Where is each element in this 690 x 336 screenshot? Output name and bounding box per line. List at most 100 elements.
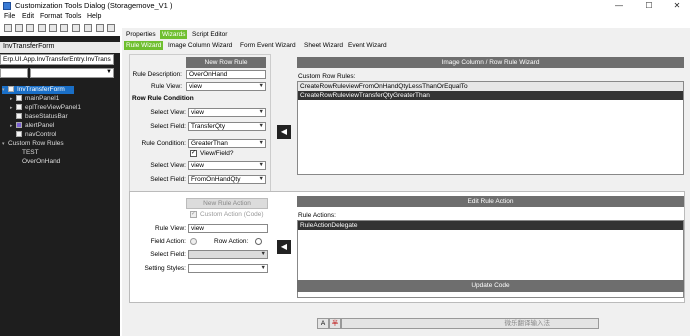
new-rule-action-button[interactable]: New Rule Action <box>186 198 268 209</box>
action-rule-view-field[interactable]: view <box>188 224 268 233</box>
menu-tools[interactable]: Tools <box>65 13 81 20</box>
tree-item-invtransferform[interactable]: ▾ InvTransferForm <box>2 86 74 94</box>
control-type-combo[interactable] <box>0 68 28 78</box>
minimize-button[interactable]: — <box>608 0 630 12</box>
row-action-label: Row Action: <box>214 238 249 245</box>
combo-value: view <box>191 109 205 116</box>
save-icon[interactable] <box>26 24 34 32</box>
rule-condition-label: Rule Condition: <box>141 140 186 147</box>
tab-image-column-wizard[interactable]: Image Column Wizard <box>166 41 234 50</box>
form-header: InvTransferForm <box>0 42 120 53</box>
list-item[interactable]: RuleActionDelegate <box>298 221 683 230</box>
field-action-label: Field Action: <box>150 238 186 245</box>
select-view-label: Select View: <box>150 109 186 116</box>
setting-styles-label: Setting Styles: <box>144 265 186 272</box>
combo-value: view <box>191 162 205 169</box>
tree-label: Custom Row Rules <box>8 140 64 147</box>
field-action-radio[interactable] <box>190 238 197 245</box>
ime-mode-half[interactable]: 半 <box>329 318 341 329</box>
rule-actions-label: Rule Actions: <box>298 212 336 219</box>
add-rule-arrow-button[interactable]: ◀ <box>277 125 291 139</box>
menu-edit[interactable]: Edit <box>22 13 34 20</box>
view-field-checkbox[interactable]: ✓ <box>190 150 197 157</box>
tab-sheet-wizard[interactable]: Sheet Wizard <box>302 41 345 50</box>
cut-icon[interactable] <box>38 24 46 32</box>
tree-item-custom-row-rules[interactable]: ▾ Custom Row Rules <box>2 140 64 148</box>
custom-action-checkbox[interactable]: ✓ <box>190 211 197 218</box>
setting-styles-combo[interactable]: ▼ <box>188 264 268 273</box>
custom-action-label: Custom Action (Code) <box>200 211 264 218</box>
new-icon[interactable] <box>4 24 12 32</box>
menu-format[interactable]: Format <box>40 13 62 20</box>
tab-script-editor[interactable]: Script Editor <box>190 30 229 39</box>
panel-icon <box>16 104 22 110</box>
select-view2-label: Select View: <box>150 162 186 169</box>
combo-value: view <box>189 83 203 90</box>
close-button[interactable]: ✕ <box>666 0 688 12</box>
tree-item-navcontrol[interactable]: navControl <box>10 131 56 139</box>
copy-icon[interactable] <box>49 24 57 32</box>
list-item[interactable]: CreateRowRuleviewTransferQtyGreaterThan <box>298 91 683 100</box>
row-rule-condition-header: Row Rule Condition <box>132 95 194 102</box>
delete-icon[interactable] <box>72 24 80 32</box>
tree-item-basestatusbar[interactable]: baseStatusBar <box>10 113 68 121</box>
view-field-label: View/Field? <box>200 150 234 157</box>
rule-view-combo[interactable]: view ▼ <box>186 82 266 91</box>
select-field2-combo[interactable]: FromOnHandQty ▼ <box>188 175 266 184</box>
menu-file[interactable]: File <box>4 13 15 20</box>
custom-row-rules-label: Custom Row Rules: <box>298 73 356 80</box>
tree-item-mainpanel1[interactable]: ▸ mainPanel1 <box>10 95 59 103</box>
nav-icon <box>16 131 22 137</box>
app-icon <box>3 2 11 10</box>
statusbar-icon <box>16 113 22 119</box>
print-icon[interactable] <box>84 24 92 32</box>
tree-item-overonhand[interactable]: OverOnHand <box>22 158 60 166</box>
update-code-button[interactable]: Update Code <box>297 280 684 292</box>
edit-rule-action-button[interactable]: Edit Rule Action <box>297 196 684 207</box>
select-view2-combo[interactable]: view ▼ <box>188 161 266 170</box>
form-icon <box>8 86 14 92</box>
test-icon[interactable] <box>96 24 104 32</box>
list-item[interactable]: CreateRowRuleviewFromOnHandQtyLessThanOr… <box>298 82 683 91</box>
select-view-combo[interactable]: view ▼ <box>188 108 266 117</box>
chevron-down-icon: ▼ <box>260 251 266 257</box>
tree-item-alertpanel[interactable]: ▸ alertPanel <box>10 122 54 130</box>
chevron-down-icon: ▼ <box>260 265 266 271</box>
tree-label: baseStatusBar <box>25 113 68 120</box>
action-select-field-label: Select Field: <box>150 251 186 258</box>
tab-wizards[interactable]: Wizards <box>160 30 188 39</box>
rule-description-label: Rule Description: <box>132 71 183 78</box>
tab-properties[interactable]: Properties <box>124 30 158 39</box>
tab-rule-wizard[interactable]: Rule Wizard <box>124 41 164 50</box>
export-icon[interactable] <box>107 24 115 32</box>
action-select-field-combo[interactable]: ▼ <box>188 250 268 259</box>
open-icon[interactable] <box>15 24 23 32</box>
panel-icon <box>16 95 22 101</box>
tree-item-test[interactable]: TEST <box>22 149 39 157</box>
chevron-down-icon: ▼ <box>258 162 264 168</box>
menu-help[interactable]: Help <box>87 13 101 20</box>
class-path-field[interactable]: Erp.UI.App.InvTransferEntry.InvTrans <box>0 54 114 65</box>
tab-form-event-wizard[interactable]: Form Event Wizard <box>238 41 298 50</box>
combo-value: TransferQty <box>191 123 226 130</box>
select-field-combo[interactable]: TransferQty ▼ <box>188 122 266 131</box>
row-action-radio[interactable] <box>255 238 262 245</box>
ime-input-bar[interactable]: 微乐翻译输入法 <box>341 318 599 329</box>
control-name-combo[interactable]: ▼ <box>30 68 114 78</box>
add-action-arrow-button[interactable]: ◀ <box>277 240 291 254</box>
chevron-down-icon: ▼ <box>106 69 112 75</box>
rule-condition-combo[interactable]: GreaterThan ▼ <box>188 139 266 148</box>
chevron-down-icon: ▼ <box>258 140 264 146</box>
new-row-rule-button[interactable]: New Row Rule <box>186 57 266 68</box>
custom-row-rules-list[interactable]: CreateRowRuleviewFromOnHandQtyLessThanOr… <box>297 81 684 175</box>
tree-label: mainPanel1 <box>25 95 60 102</box>
tab-event-wizard[interactable]: Event Wizard <box>346 41 389 50</box>
rule-description-field[interactable]: OverOnHand <box>186 70 266 79</box>
paste-icon[interactable] <box>60 24 68 32</box>
tree-label: InvTransferForm <box>17 86 65 93</box>
rule-view-label: Rule View: <box>151 83 182 90</box>
ime-mode-alpha[interactable]: A <box>317 318 329 329</box>
image-column-row-rule-wizard-button[interactable]: Image Column / Row Rule Wizard <box>297 57 684 68</box>
tree-item-epltreeviewpanel1[interactable]: ▸ eplTreeViewPanel1 <box>10 104 81 112</box>
maximize-button[interactable]: ☐ <box>638 0 660 12</box>
